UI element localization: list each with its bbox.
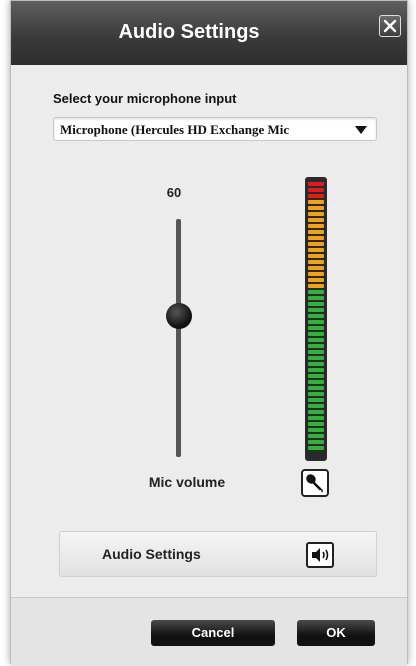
close-button[interactable] [379, 15, 401, 37]
meter-segment [308, 398, 324, 402]
meter-segment [308, 434, 324, 438]
mic-volume-label: Mic volume [148, 474, 226, 490]
speaker-icon [306, 542, 334, 568]
mic-volume-slider[interactable] [176, 219, 181, 457]
meter-segment [308, 416, 324, 420]
meter-segment [308, 224, 324, 228]
meter-segment [308, 302, 324, 306]
mic-test-button[interactable] [301, 469, 329, 497]
meter-segment [308, 296, 324, 300]
meter-segment [308, 206, 324, 210]
mic-level-meter [305, 177, 327, 461]
meter-segment [308, 392, 324, 396]
meter-segment [308, 242, 324, 246]
meter-segment [308, 374, 324, 378]
meter-segment [308, 218, 324, 222]
ok-button[interactable]: OK [297, 620, 375, 646]
meter-segment [308, 290, 324, 294]
microphone-select-value: Microphone (Hercules HD Exchange Mic [60, 122, 290, 137]
meter-segment [308, 194, 324, 198]
microphone-icon [306, 474, 323, 493]
meter-segment [308, 236, 324, 240]
microphone-input-label: Select your microphone input [53, 91, 237, 106]
title-bar: Audio Settings [11, 1, 407, 65]
dialog-footer: Cancel OK [11, 597, 407, 666]
meter-segment [308, 308, 324, 312]
meter-segment [308, 188, 324, 192]
meter-segment [308, 260, 324, 264]
meter-segment [308, 356, 324, 360]
meter-segment [308, 368, 324, 372]
meter-segment [308, 350, 324, 354]
meter-segment [308, 212, 324, 216]
meter-segment [308, 440, 324, 444]
meter-segment [308, 248, 324, 252]
meter-segment [308, 326, 324, 330]
meter-segment [308, 332, 324, 336]
meter-segment [308, 404, 324, 408]
mic-volume-value: 60 [166, 185, 182, 200]
close-icon [383, 19, 397, 33]
cancel-button[interactable]: Cancel [151, 620, 275, 646]
meter-segments [308, 182, 324, 456]
chevron-down-icon [355, 126, 367, 134]
meter-segment [308, 338, 324, 342]
meter-segment [308, 320, 324, 324]
dialog-title: Audio Settings [118, 21, 260, 43]
meter-segment [308, 230, 324, 234]
microphone-select[interactable]: Microphone (Hercules HD Exchange Mic [53, 117, 377, 141]
meter-segment [308, 200, 324, 204]
meter-segment [308, 344, 324, 348]
meter-segment [308, 380, 324, 384]
meter-segment [308, 272, 324, 276]
meter-segment [308, 386, 324, 390]
meter-segment [308, 254, 324, 258]
mic-volume-slider-thumb[interactable] [166, 303, 192, 329]
audio-settings-dialog: Audio Settings Select your microphone in… [10, 0, 408, 666]
meter-segment [308, 284, 324, 288]
audio-settings-button-label: Audio Settings [102, 546, 201, 562]
meter-segment [308, 410, 324, 414]
meter-segment [308, 428, 324, 432]
meter-segment [308, 266, 324, 270]
meter-segment [308, 278, 324, 282]
meter-segment [308, 446, 324, 450]
meter-segment [308, 422, 324, 426]
meter-segment [308, 182, 324, 186]
meter-segment [308, 314, 324, 318]
meter-segment [308, 362, 324, 366]
audio-settings-button[interactable]: Audio Settings [59, 531, 377, 577]
